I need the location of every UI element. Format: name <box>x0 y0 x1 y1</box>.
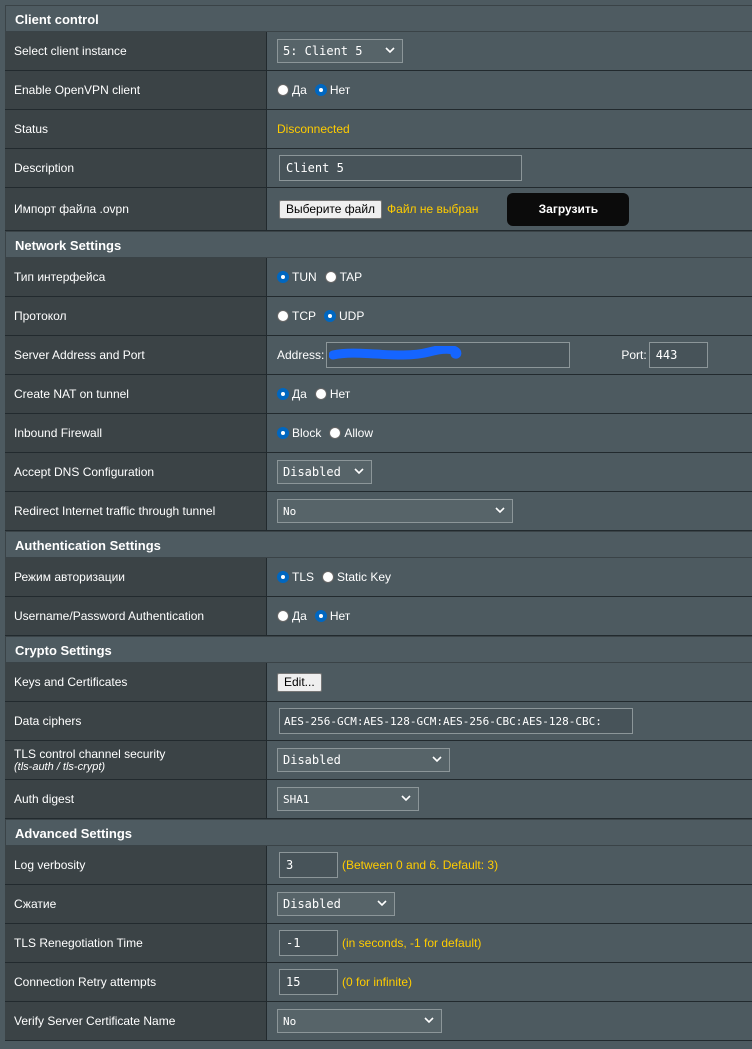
radio-nat-yes[interactable]: Да <box>277 387 307 401</box>
radio-block[interactable]: Block <box>277 426 321 440</box>
radio-unchecked-icon <box>277 310 289 322</box>
radio-checked-icon <box>277 388 289 400</box>
radio-unchecked-icon <box>277 84 289 96</box>
radio-unchecked-icon <box>277 610 289 622</box>
dns-config-select[interactable]: Disabled <box>277 460 372 484</box>
radio-userpass-no[interactable]: Нет <box>314 609 350 623</box>
data-ciphers-input[interactable]: AES-256-GCM:AES-128-GCM:AES-256-CBC:AES-… <box>279 708 633 734</box>
row-accept-dns: Accept DNS Configuration Disabled <box>5 453 752 492</box>
radio-tap[interactable]: TAP <box>324 270 362 284</box>
radio-unchecked-icon <box>329 427 342 439</box>
client-instance-select[interactable]: 5: Client 5 <box>277 39 403 63</box>
chevron-down-icon <box>376 897 388 909</box>
section-header-authentication: Authentication Settings <box>5 531 752 558</box>
radio-checked-icon <box>314 610 327 622</box>
row-tls-reneg: TLS Renegotiation Time -1 (in seconds, -… <box>5 924 752 963</box>
row-status: Status Disconnected <box>5 110 752 149</box>
row-enable-client: Enable OpenVPN client Да Нет <box>5 71 752 110</box>
redaction-scribble <box>329 346 462 360</box>
row-userpass-auth: Username/Password Authentication Да Нет <box>5 597 752 636</box>
row-protocol: Протокол TCP UDP <box>5 297 752 336</box>
port-input[interactable]: 443 <box>648 342 708 368</box>
radio-static-key[interactable]: Static Key <box>322 570 391 584</box>
row-select-instance: Select client instance 5: Client 5 <box>5 32 752 71</box>
row-redirect-traffic: Redirect Internet traffic through tunnel… <box>5 492 752 531</box>
radio-allow[interactable]: Allow <box>329 426 373 440</box>
vpn-client-form: Client control Select client instance 5:… <box>5 5 752 1041</box>
row-tls-control: TLS control channel security (tls-auth /… <box>5 741 752 780</box>
no-file-text: Файл не выбран <box>387 202 479 216</box>
chevron-down-icon <box>384 44 396 56</box>
radio-checked-icon <box>277 271 289 283</box>
radio-unchecked-icon <box>314 388 327 400</box>
radio-udp[interactable]: UDP <box>324 309 364 323</box>
row-inbound-firewall: Inbound Firewall Block Allow <box>5 414 752 453</box>
chevron-down-icon <box>494 504 506 516</box>
port-label: Port: <box>621 348 647 362</box>
radio-tcp[interactable]: TCP <box>277 309 316 323</box>
redirect-traffic-select[interactable]: No <box>277 499 513 523</box>
row-log-verbosity: Log verbosity 3 (Between 0 and 6. Defaul… <box>5 846 752 885</box>
row-verify-cert: Verify Server Certificate Name No <box>5 1002 752 1041</box>
tls-reneg-input[interactable]: -1 <box>279 930 338 956</box>
choose-file-button[interactable]: Выберите файл <box>279 199 383 219</box>
verify-cert-select[interactable]: No <box>277 1009 442 1033</box>
section-header-network: Network Settings <box>5 231 752 258</box>
radio-nat-no[interactable]: Нет <box>314 387 350 401</box>
radio-checked-icon <box>314 84 327 96</box>
retry-attempts-input[interactable]: 15 <box>279 969 338 995</box>
tls-security-select[interactable]: Disabled <box>277 748 450 772</box>
radio-checked-icon <box>324 310 336 322</box>
label-select-instance: Select client instance <box>5 32 267 70</box>
log-verbosity-input[interactable]: 3 <box>279 852 338 878</box>
radio-tun[interactable]: TUN <box>277 270 317 284</box>
radio-userpass-yes[interactable]: Да <box>277 609 307 623</box>
description-input[interactable]: Client 5 <box>279 155 522 181</box>
compression-select[interactable]: Disabled <box>277 892 395 916</box>
chevron-down-icon <box>353 465 365 477</box>
auth-digest-select[interactable]: SHA1 <box>277 787 419 811</box>
row-auth-digest: Auth digest SHA1 <box>5 780 752 819</box>
radio-tls[interactable]: TLS <box>277 570 314 584</box>
radio-enable-no[interactable]: Нет <box>314 83 350 97</box>
row-import-ovpn: Импорт файла .ovpn Выберите файл Файл не… <box>5 188 752 231</box>
row-retry-attempts: Connection Retry attempts 15 (0 for infi… <box>5 963 752 1002</box>
status-value: Disconnected <box>277 122 350 136</box>
section-header-crypto: Crypto Settings <box>5 636 752 663</box>
retry-attempts-hint: (0 for infinite) <box>342 975 413 989</box>
edit-keys-button[interactable]: Edit... <box>277 672 322 692</box>
log-verbosity-hint: (Between 0 and 6. Default: 3) <box>342 858 499 872</box>
radio-unchecked-icon <box>324 271 337 283</box>
row-keys-certs: Keys and Certificates Edit... <box>5 663 752 702</box>
tls-reneg-hint: (in seconds, -1 for default) <box>342 936 482 950</box>
row-create-nat: Create NAT on tunnel Да Нет <box>5 375 752 414</box>
row-description: Description Client 5 <box>5 149 752 188</box>
chevron-down-icon <box>400 792 412 804</box>
section-header-advanced: Advanced Settings <box>5 819 752 846</box>
row-server-address: Server Address and Port Address: Port: 4… <box>5 336 752 375</box>
radio-unchecked-icon <box>322 571 335 583</box>
row-data-ciphers: Data ciphers AES-256-GCM:AES-128-GCM:AES… <box>5 702 752 741</box>
server-address-input[interactable] <box>326 342 571 368</box>
address-label: Address: <box>277 348 325 362</box>
section-header-client-control: Client control <box>5 5 752 32</box>
row-auth-mode: Режим авторизации TLS Static Key <box>5 558 752 597</box>
upload-button[interactable]: Загрузить <box>507 192 630 226</box>
radio-enable-yes[interactable]: Да <box>277 83 307 97</box>
radio-checked-icon <box>277 427 289 439</box>
row-compression: Сжатие Disabled <box>5 885 752 924</box>
chevron-down-icon <box>423 1014 435 1026</box>
row-interface-type: Тип интерфейса TUN TAP <box>5 258 752 297</box>
radio-checked-icon <box>277 571 289 583</box>
chevron-down-icon <box>431 753 443 765</box>
